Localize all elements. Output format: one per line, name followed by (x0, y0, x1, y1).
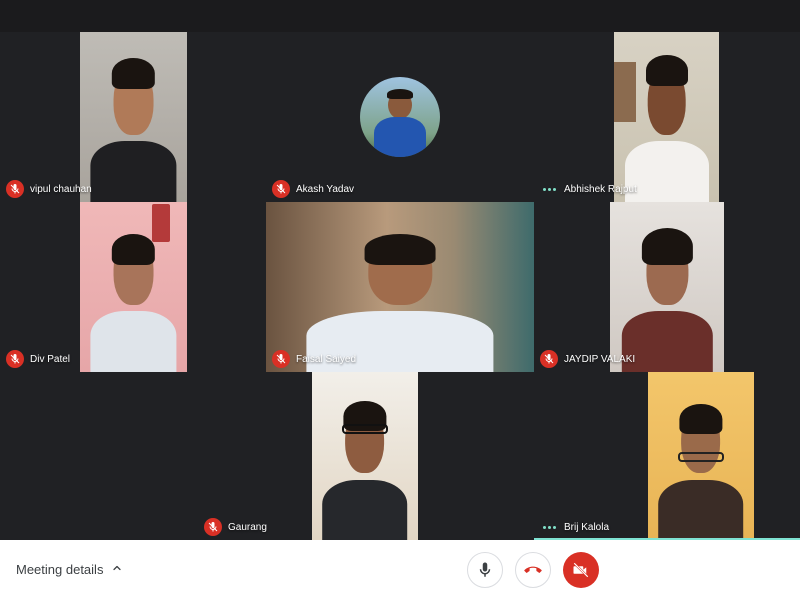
avatar (360, 77, 440, 157)
leave-call-button[interactable] (515, 552, 551, 588)
participant-tile-abhishek-rajput[interactable]: Abhishek Rajput (534, 32, 800, 202)
participant-name: Gaurang (228, 521, 267, 533)
participant-video (80, 202, 187, 372)
meeting-details-label: Meeting details (16, 562, 104, 577)
audio-dots-icon (540, 518, 558, 536)
participant-name: Abhishek Rajput (564, 183, 637, 195)
participant-name: Faisal Saiyed (296, 353, 357, 365)
participant-tile-brij-kalola[interactable]: Brij Kalola (534, 372, 800, 540)
participant-tile-akash-yadav[interactable]: Akash Yadav (266, 32, 534, 202)
mic-off-icon (540, 350, 558, 368)
participant-tile-jaydip-valaki[interactable]: JAYDIP VALAKI (534, 202, 800, 372)
participant-tile-div-patel[interactable]: Div Patel (0, 202, 266, 372)
audio-dots-icon (540, 180, 558, 198)
participant-video (614, 32, 719, 202)
mic-off-icon (272, 180, 290, 198)
camera-off-icon (573, 562, 589, 578)
microphone-icon (479, 562, 491, 577)
participant-video (648, 372, 754, 540)
chevron-up-icon (111, 562, 123, 577)
participant-name: vipul chauhan (30, 183, 92, 195)
top-strip (0, 0, 800, 32)
camera-toggle-button[interactable] (563, 552, 599, 588)
participant-video (80, 32, 187, 202)
meeting-details-button[interactable]: Meeting details (16, 562, 123, 577)
participant-tile-faisal-saiyed[interactable]: Faisal Saiyed (266, 202, 534, 372)
participant-tile-gaurang[interactable]: Gaurang (198, 372, 466, 540)
participant-grid: vipul chauhan Akash Yadav Abhishek Rajpu… (0, 32, 800, 540)
participant-name: Div Patel (30, 353, 71, 365)
participant-name: Brij Kalola (564, 521, 610, 533)
participant-video (610, 202, 724, 372)
microphone-button[interactable] (467, 552, 503, 588)
mic-off-icon (6, 350, 24, 368)
hang-up-icon (524, 566, 542, 573)
mic-off-icon (272, 350, 290, 368)
mic-off-icon (6, 180, 24, 198)
participant-name: Akash Yadav (296, 183, 355, 195)
participant-tile-vipul-chauhan[interactable]: vipul chauhan (0, 32, 266, 202)
participant-video (312, 372, 418, 540)
participant-video (266, 202, 534, 372)
mic-off-icon (204, 518, 222, 536)
participant-name: JAYDIP VALAKI (564, 353, 636, 365)
